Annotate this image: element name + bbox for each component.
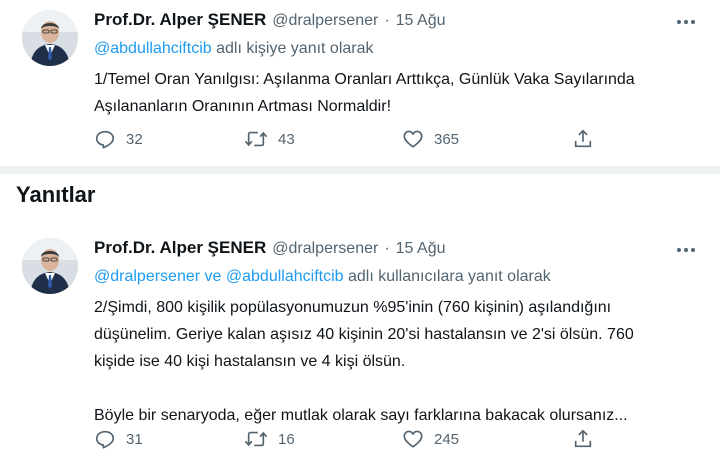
dot-separator: · [384, 240, 390, 257]
tweet-text-line: 1/Temel Oran Yanılgısı: Aşılanma Oranlar… [94, 71, 635, 88]
tweet-text-blank-line [94, 375, 700, 402]
reply-icon [95, 430, 115, 449]
mention-link[interactable]: @abdullahciftcib [94, 40, 212, 57]
share-icon [574, 429, 592, 448]
mention-link[interactable]: @abdullahciftcib [226, 268, 344, 285]
avatar-portrait-icon [22, 238, 78, 294]
more-options-icon[interactable] [676, 244, 696, 256]
retweet-icon [244, 131, 268, 147]
tweet-text: 1/Temel Oran Yanılgısı: Aşılanma Oranlar… [94, 66, 700, 120]
author-name[interactable]: Prof.Dr. Alper ŞENER [94, 238, 266, 258]
tweet-header: Prof.Dr. Alper ŞENER @dralpersener · 15 … [94, 10, 700, 34]
tweet-text-line: düşünelim. Geriye kalan aşısız 40 kişini… [94, 326, 634, 343]
tweet-text-line: 2/Şimdi, 800 kişilik popülasyonumuzun %9… [94, 299, 612, 316]
retweet-count: 43 [278, 130, 295, 148]
reply-button[interactable]: 31 [94, 428, 244, 450]
tweet-actions: 31 16 245 [94, 428, 700, 450]
replying-to: @abdullahciftcib adlı kişiye yanıt olara… [94, 40, 700, 62]
tweet-actions: 32 43 365 [94, 128, 700, 150]
tweet-content: Prof.Dr. Alper ŞENER @dralpersener · 15 … [94, 238, 700, 429]
author-handle[interactable]: @dralpersener [272, 240, 378, 258]
avatar[interactable] [22, 10, 78, 66]
tweet-content: Prof.Dr. Alper ŞENER @dralpersener · 15 … [94, 10, 700, 120]
share-button[interactable] [572, 428, 594, 450]
tweet-text-line: Böyle bir senaryoda, eğer mutlak olarak … [94, 407, 628, 424]
like-button[interactable]: 245 [402, 428, 572, 450]
share-icon [574, 129, 592, 148]
avatar[interactable] [22, 238, 78, 294]
replying-to-suffix: adlı kişiye yanıt olarak [216, 40, 374, 57]
like-button[interactable]: 365 [402, 128, 572, 150]
dot-separator: · [384, 12, 390, 29]
tweet-text-line: kişide ise 40 kişi hastalansın ve 4 kişi… [94, 353, 406, 370]
heart-icon [403, 130, 423, 148]
author-name[interactable]: Prof.Dr. Alper ŞENER [94, 10, 266, 30]
tweet-time[interactable]: 15 Ağu [396, 12, 446, 30]
reply-count: 32 [126, 130, 143, 148]
mention-joiner: ve [204, 268, 222, 285]
share-button[interactable] [572, 128, 594, 150]
more-options-icon[interactable] [676, 16, 696, 28]
retweet-button[interactable]: 43 [244, 128, 402, 150]
retweet-count: 16 [278, 430, 295, 448]
replies-heading: Yanıtlar [16, 182, 96, 207]
tweet-header: Prof.Dr. Alper ŞENER @dralpersener · 15 … [94, 238, 700, 262]
replying-to-suffix: adlı kullanıcılara yanıt olarak [347, 268, 551, 285]
like-count: 245 [434, 430, 460, 448]
author-handle[interactable]: @dralpersener [272, 12, 378, 30]
retweet-button[interactable]: 16 [244, 428, 402, 450]
reply-icon [95, 130, 115, 149]
avatar-portrait-icon [22, 10, 78, 66]
section-divider [0, 166, 720, 174]
tweet-text-line: Aşılananların Oranının Artması Normaldir… [94, 98, 392, 115]
retweet-icon [244, 431, 268, 447]
mention-link[interactable]: @dralpersener [94, 268, 200, 285]
tweet-text: 2/Şimdi, 800 kişilik popülasyonumuzun %9… [94, 294, 700, 429]
reply-count: 31 [126, 430, 143, 448]
tweet-2[interactable]: Prof.Dr. Alper ŞENER @dralpersener · 15 … [0, 228, 720, 460]
replying-to: @dralpersener ve @abdullahciftcib adlı k… [94, 268, 700, 290]
heart-icon [403, 430, 423, 448]
like-count: 365 [434, 130, 460, 148]
tweet-time[interactable]: 15 Ağu [396, 240, 446, 258]
tweet-1[interactable]: Prof.Dr. Alper ŞENER @dralpersener · 15 … [0, 0, 720, 166]
reply-button[interactable]: 32 [94, 128, 244, 150]
